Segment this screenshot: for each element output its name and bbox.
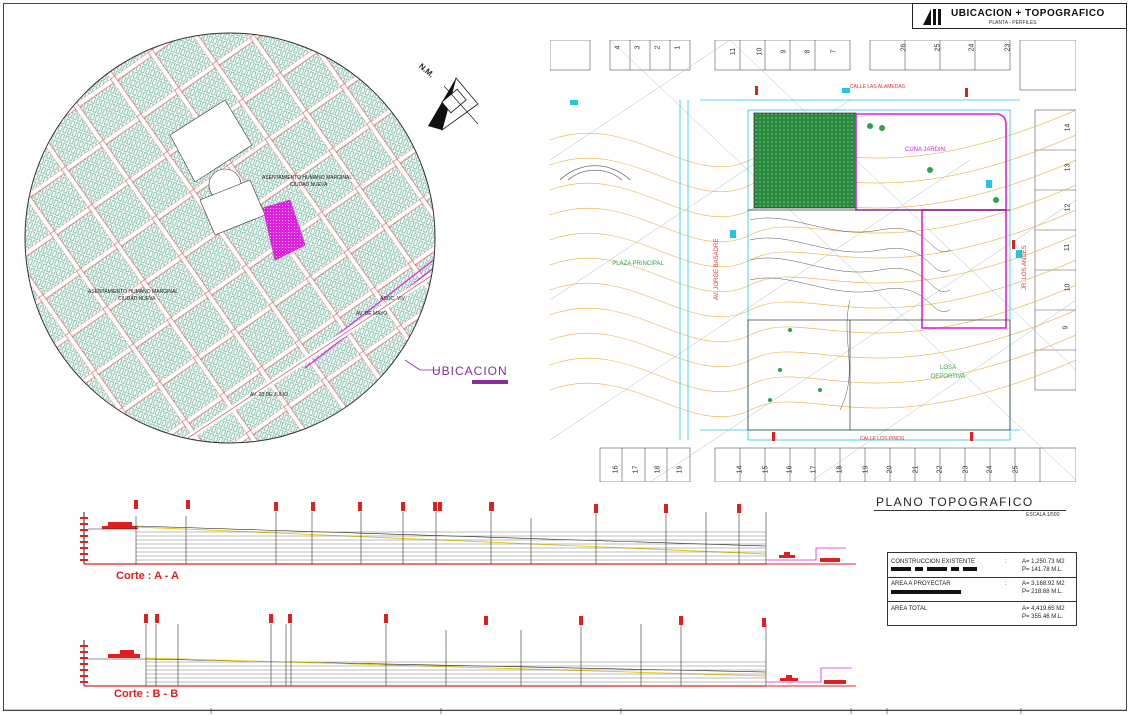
lot-number: 16 — [786, 465, 794, 474]
lot-number: 10 — [756, 47, 764, 56]
area-separator — [888, 601, 1076, 602]
lot-number: 24 — [968, 43, 976, 52]
zone-label-plaza: PLAZA PRINCIPAL — [612, 261, 664, 267]
lot-number: 9 — [780, 49, 788, 54]
plan-title: PLANO TOPOGRAFICO — [876, 495, 1034, 509]
lot-number: 2 — [654, 45, 662, 50]
lot-number: 16 — [612, 465, 620, 474]
section-b-profile — [80, 614, 856, 687]
map-label-street1: AV. 28 DE JULIO — [250, 392, 289, 398]
area-row-colon: : — [1005, 559, 1007, 565]
title-block: UBICACION + TOPOGRAFICO PLANTA - PERFILE… — [912, 3, 1127, 29]
lot-number: 23 — [962, 465, 970, 474]
area-row-area: A= 4,419.65 M2 — [1022, 606, 1065, 612]
lot-number: 25 — [934, 43, 942, 52]
map-label-ah2: ASENTAMIENTO HUMANO MARGINAL — [88, 289, 179, 295]
map-label-ah2b: CIUDAD NUEVA — [118, 296, 156, 302]
lot-number: 11 — [1064, 243, 1072, 252]
area-row-label: AREA A PROYECTAR — [891, 581, 951, 587]
lot-number: 12 — [1064, 203, 1072, 212]
lot-number: 21 — [912, 465, 920, 474]
lot-number: 18 — [654, 465, 662, 474]
area-separator — [888, 577, 1076, 578]
lot-number: 20 — [886, 465, 894, 474]
lot-number: 7 — [830, 49, 838, 54]
svg-text:AV. JORGE BASADRE: AV. JORGE BASADRE — [714, 239, 720, 300]
area-row-area: A= 3,168.92 M2 — [1022, 581, 1065, 587]
lot-number: 22 — [936, 465, 944, 474]
lot-number: 13 — [1064, 163, 1072, 172]
location-caption: UBICACION — [432, 364, 508, 378]
legend-line-proyectar — [891, 590, 961, 594]
lot-number: 14 — [736, 465, 744, 474]
plan-scale: ESCALA 1/500 — [1026, 512, 1060, 518]
lot-number: 9 — [1062, 325, 1070, 330]
legend-dash-construccion — [891, 567, 977, 571]
svg-text:JR. LOS ANDES: JR. LOS ANDES — [1022, 245, 1028, 290]
lot-number: 8 — [804, 49, 812, 54]
lot-number: 3 — [634, 45, 642, 50]
map-label-assoc: ASOC. VIV — [380, 296, 406, 302]
area-row-perimeter: P= 355.46 M.L. — [1022, 614, 1063, 620]
sheet-bottom-strip — [3, 708, 1127, 714]
drawing-sheet: UBICACION + TOPOGRAFICO PLANTA - PERFILE… — [0, 0, 1132, 715]
lot-number: 14 — [1064, 123, 1072, 132]
area-row-area: A= 1,250.73 M2 — [1022, 559, 1065, 565]
lot-number: 23 — [1004, 43, 1012, 52]
area-row-colon: : — [1005, 581, 1007, 587]
lot-number: 1 — [674, 45, 682, 50]
area-row-label: CONSTRUCCION EXISTENTE — [891, 559, 976, 565]
plan-title-underline — [874, 510, 1066, 511]
section-a-label: Corte : A - A — [116, 570, 179, 582]
area-row-label: AREA TOTAL — [891, 606, 928, 612]
lot-number: 25 — [1012, 465, 1020, 474]
map-label-ah1b: CIUDAD NUEVA — [290, 182, 328, 188]
subtitle-text: PLANTA - PERFILES — [989, 20, 1037, 26]
lot-number: 18 — [836, 465, 844, 474]
zone-label-cuna: CUNA JARDIN — [905, 147, 946, 153]
lot-number: 24 — [986, 465, 994, 474]
area-row-perimeter: P= 218.68 M.L. — [1022, 589, 1063, 595]
zone-label-losa: LOSA DEPORTIVA — [930, 365, 966, 380]
map-label-ah1: ASENTAMIENTO HUMANO MARGINAL — [262, 175, 353, 181]
lot-number: 17 — [810, 465, 818, 474]
lot-number: 11 — [730, 47, 738, 56]
map-label-street2: AV. DE MAYO — [356, 311, 388, 317]
area-row-perimeter: P= 141.78 M.L. — [1022, 567, 1063, 573]
lot-number: 15 — [762, 465, 770, 474]
svg-text:CALLE LOS PINOS: CALLE LOS PINOS — [860, 436, 905, 442]
section-b-label: Corte : B - B — [114, 688, 179, 700]
title-text: UBICACION + TOPOGRAFICO — [951, 8, 1105, 19]
lot-number: 10 — [1064, 283, 1072, 292]
logo-icon — [921, 7, 947, 26]
lot-number: 4 — [614, 45, 622, 50]
location-caption-bar — [472, 380, 508, 384]
section-a-profile — [80, 500, 856, 565]
location-map — [24, 32, 440, 444]
lot-number: 17 — [632, 465, 640, 474]
area-table: CONSTRUCCION EXISTENTE : A= 1,250.73 M2 … — [887, 552, 1077, 626]
lot-number: 26 — [900, 43, 908, 52]
svg-text:CALLE LAS ALAMEDAS: CALLE LAS ALAMEDAS — [850, 84, 906, 90]
lot-number: 19 — [862, 465, 870, 474]
north-arrow-icon — [428, 77, 479, 131]
lot-number: 19 — [676, 465, 684, 474]
